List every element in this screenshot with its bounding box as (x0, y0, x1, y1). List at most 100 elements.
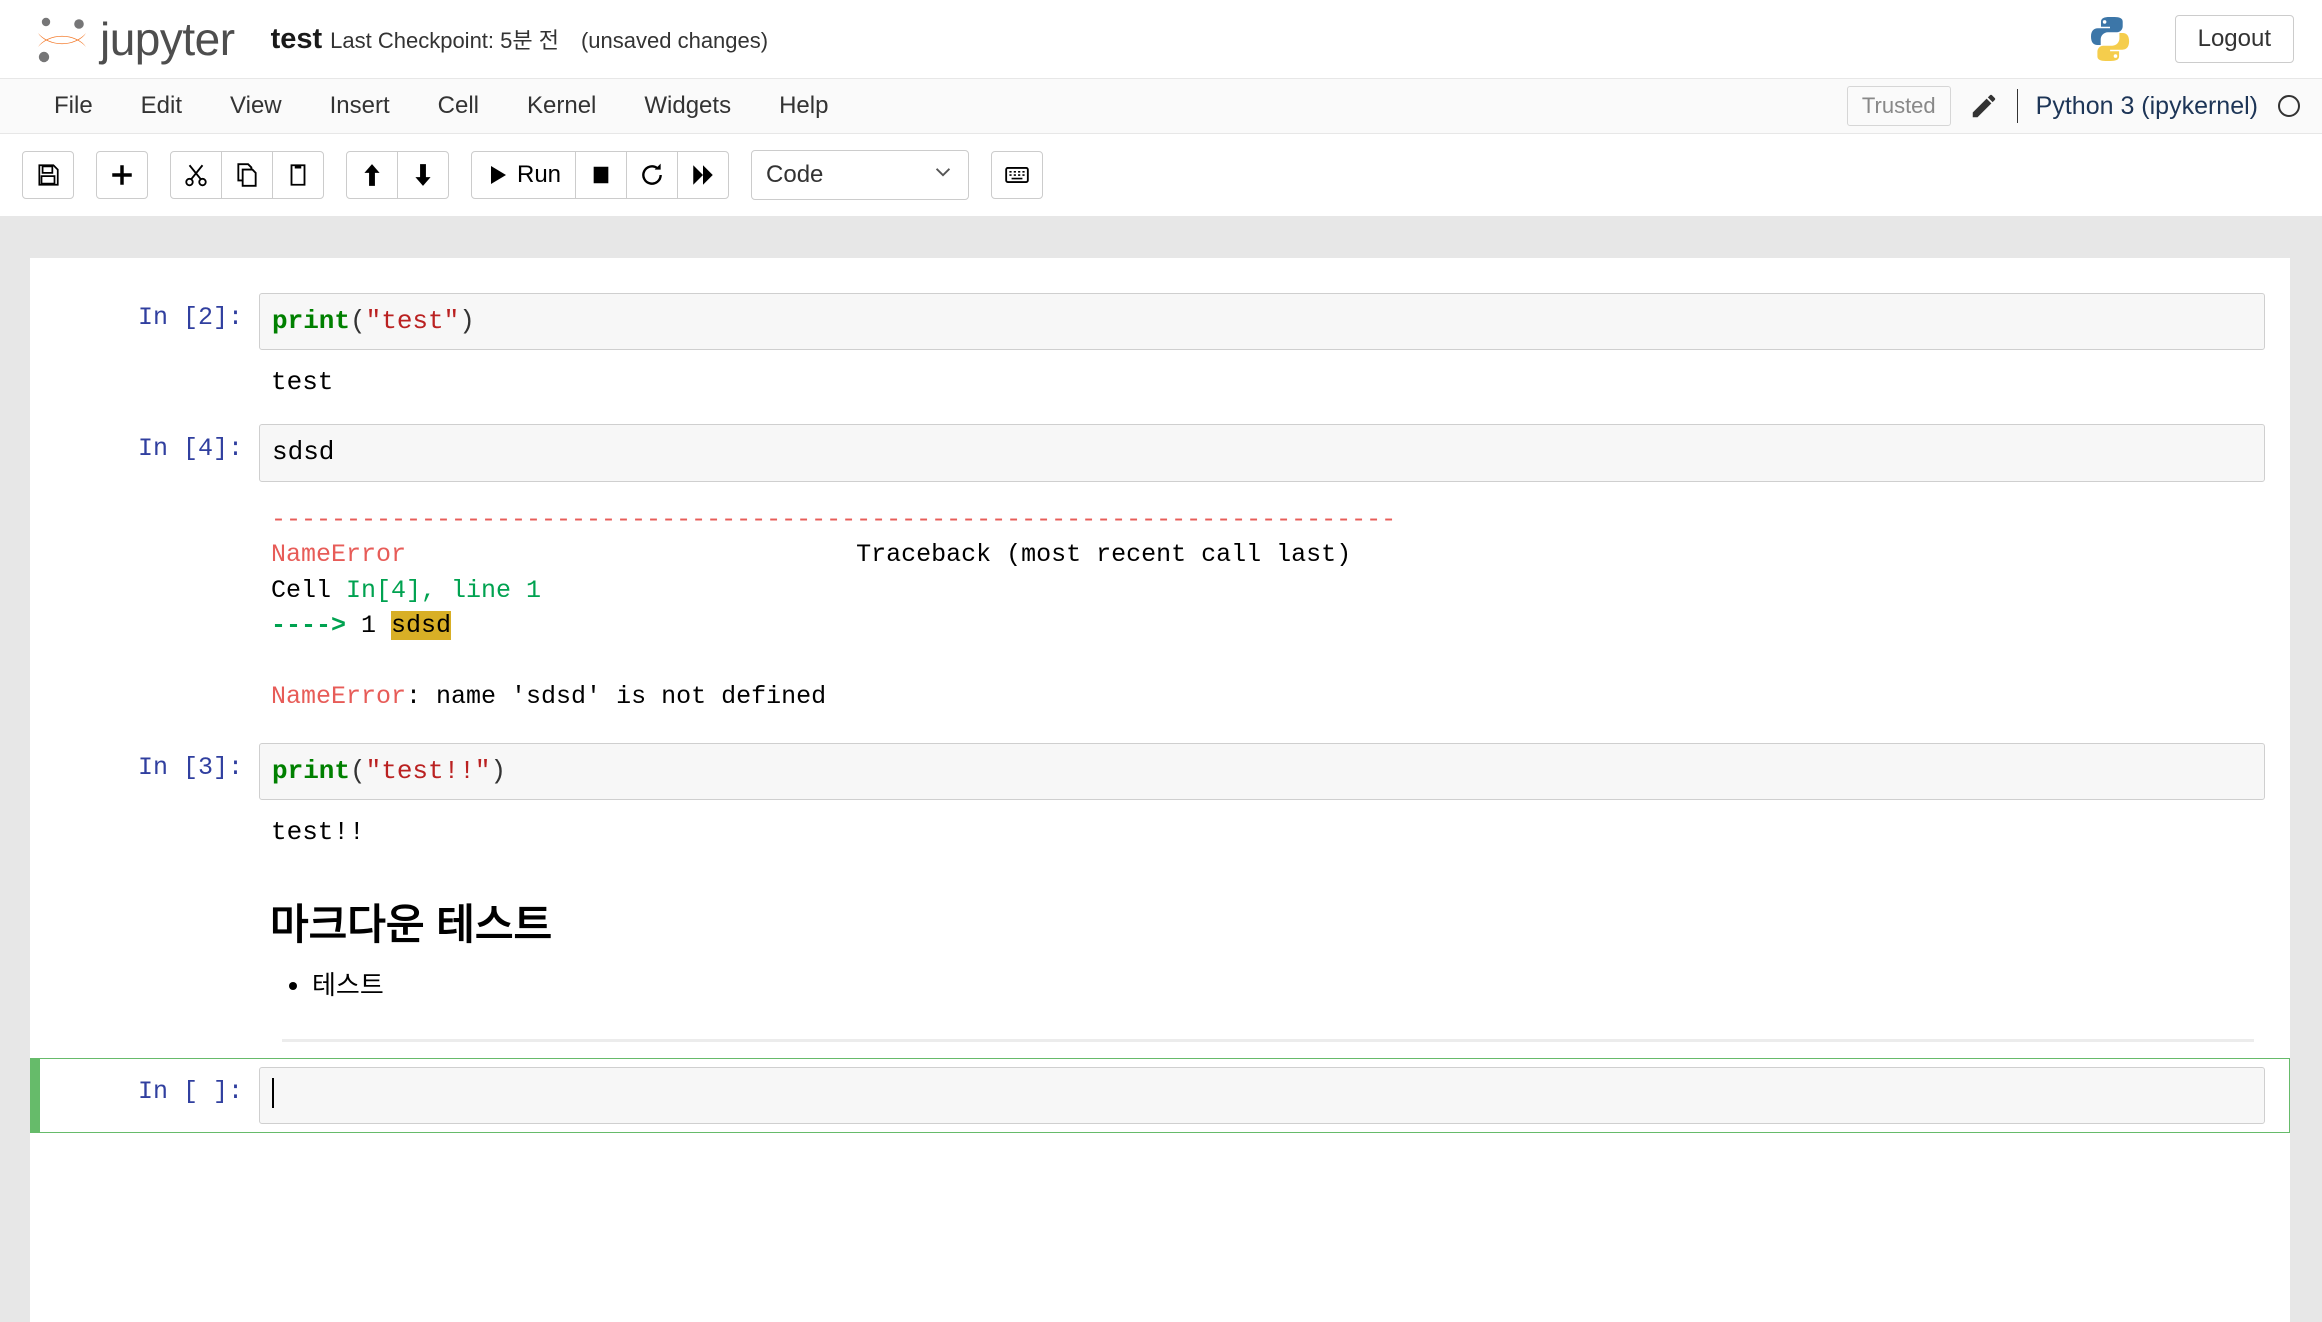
menu-item-help[interactable]: Help (755, 86, 852, 126)
app-header: jupyter test Last Checkpoint: 5분 전 (unsa… (0, 0, 2322, 78)
chevron-down-icon (932, 161, 954, 189)
fast-forward-icon (690, 162, 716, 188)
copy-button[interactable] (221, 151, 273, 199)
markdown-cell-prompt-spacer (48, 875, 258, 1048)
traceback-line-number: 1 (361, 611, 392, 641)
menu-item-file[interactable]: File (30, 86, 117, 126)
code-input-area[interactable]: print("test!!") (259, 742, 2265, 800)
menu-item-cell[interactable]: Cell (414, 86, 503, 126)
menu-item-insert[interactable]: Insert (306, 86, 414, 126)
code-token: ( (350, 306, 366, 336)
notebook-container: In [2]: print("test") test In [4]: sdsd … (30, 258, 2290, 1322)
cell-output-error: ----------------------------------------… (259, 482, 2265, 725)
paste-button[interactable] (272, 151, 324, 199)
copy-icon (234, 162, 260, 188)
jupyter-logo-icon[interactable] (28, 13, 98, 65)
menu-item-kernel[interactable]: Kernel (503, 86, 620, 126)
cell-prompt: In [4]: (137, 434, 243, 464)
trusted-badge[interactable]: Trusted (1846, 86, 1951, 126)
notebook-dirty-indicator: (unsaved changes) (580, 27, 769, 53)
save-floppy-icon (35, 162, 61, 188)
command-palette-button[interactable] (991, 151, 1044, 199)
run-button-label: Run (517, 161, 562, 188)
markdown-divider (282, 1039, 2254, 1043)
cell-type-value: Code (766, 161, 824, 188)
header-right-group: Logout (2085, 14, 2294, 64)
cut-button[interactable] (170, 151, 222, 199)
move-cell-down-button[interactable] (397, 151, 449, 199)
code-token: ( (350, 755, 366, 786)
menu-item-widgets[interactable]: Widgets (620, 86, 755, 126)
move-cell-up-button[interactable] (346, 151, 398, 199)
plus-icon (109, 162, 135, 188)
run-button[interactable]: Run (471, 151, 577, 199)
cell-body: sdsd -----------------------------------… (259, 424, 2265, 724)
code-cell[interactable]: In [2]: print("test") test (30, 284, 2290, 415)
code-cell[interactable]: In [4]: sdsd ---------------------------… (30, 415, 2290, 733)
cell-prompt: In [3]: (137, 752, 243, 782)
insert-cell-below-button[interactable] (96, 151, 148, 199)
notebook-name[interactable]: test (271, 23, 323, 56)
toolbar-group-insert (96, 151, 148, 199)
traceback-arrow: ----> (271, 611, 362, 641)
traceback-rule: ----------------------------------------… (271, 504, 1397, 534)
code-input-area[interactable]: print("test") (259, 293, 2265, 351)
notebook-checkpoint: Last Checkpoint: 5분 전 (330, 27, 559, 53)
toolbar: Run Code (0, 134, 2322, 216)
code-token: ) (490, 755, 507, 786)
toolbar-group-palette (991, 151, 1044, 199)
arrow-up-icon (359, 162, 385, 188)
markdown-rendered-body: 마크다운 테스트 테스트 (258, 875, 2266, 1048)
markdown-cell[interactable]: 마크다운 테스트 테스트 (30, 865, 2290, 1058)
cell-type-select[interactable]: Code (751, 150, 970, 200)
arrow-down-icon (410, 162, 436, 188)
cell-prompt: In [2]: (137, 303, 243, 332)
kernel-name-label[interactable]: Python 3 (ipykernel) (2036, 92, 2258, 121)
code-input-area-active[interactable] (259, 1067, 2265, 1125)
code-cell[interactable]: In [3]: print("test!!") test!! (30, 734, 2290, 865)
markdown-list-item: 테스트 (312, 966, 2266, 1005)
header-left-group: jupyter test Last Checkpoint: 5분 전 (unsa… (28, 12, 2085, 66)
menu-item-edit[interactable]: Edit (117, 86, 206, 126)
cell-prompt: In [ ]: (137, 1077, 243, 1107)
cell-body (259, 1067, 2265, 1125)
traceback-cell-ref: In[4], line 1 (346, 575, 542, 605)
save-button[interactable] (22, 151, 74, 199)
menu-item-view[interactable]: View (206, 86, 306, 126)
pencil-icon[interactable] (1969, 91, 1999, 121)
text-cursor (272, 1078, 274, 1109)
play-icon (486, 163, 510, 187)
restart-circle-arrow-icon (639, 162, 665, 188)
code-token: print (272, 755, 351, 786)
restart-and-run-all-button[interactable] (677, 151, 730, 199)
traceback-error-type: NameError (271, 540, 407, 570)
interrupt-kernel-button[interactable] (575, 151, 628, 199)
toolbar-group-move (346, 151, 449, 199)
logout-button[interactable]: Logout (2174, 14, 2294, 64)
cell-body: print("test") test (259, 293, 2265, 406)
keyboard-icon (1004, 162, 1030, 188)
restart-kernel-button[interactable] (626, 151, 679, 199)
paste-icon (285, 162, 311, 188)
menu-bar: File Edit View Insert Cell Kernel Widget… (0, 78, 2322, 134)
code-input-area[interactable]: sdsd (259, 424, 2265, 482)
traceback-final-message: : name 'sdsd' is not defined (406, 682, 827, 712)
kernel-idle-circle-icon (2278, 95, 2300, 117)
traceback-header: Traceback (most recent call last) (856, 540, 1352, 570)
code-token: ) (459, 306, 475, 336)
stop-square-icon (590, 164, 612, 186)
scissors-icon (183, 162, 209, 188)
markdown-heading: 마크다운 테스트 (270, 901, 553, 949)
cell-body: print("test!!") test!! (259, 742, 2265, 856)
jupyter-wordmark: jupyter (100, 13, 235, 65)
menu-items-group: File Edit View Insert Cell Kernel Widget… (30, 86, 852, 126)
menu-bar-right-group: Trusted Python 3 (ipykernel) (1846, 86, 2300, 126)
code-token: print (272, 306, 351, 336)
markdown-list: 테스트 (270, 966, 2266, 1005)
cell-output-stdout: test (271, 367, 334, 398)
toolbar-group-clipboard (170, 151, 324, 199)
traceback-highlighted-code: sdsd (391, 611, 452, 641)
toolbar-group-run: Run (471, 151, 730, 199)
code-cell-selected[interactable]: In [ ]: (30, 1058, 2290, 1134)
traceback-cell-word: Cell (271, 575, 347, 605)
